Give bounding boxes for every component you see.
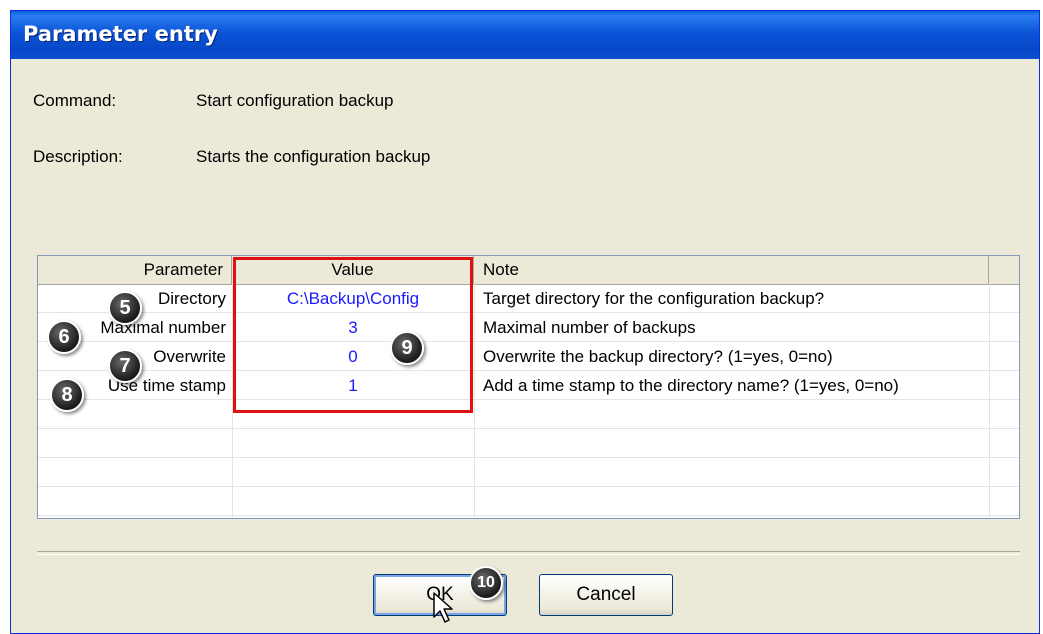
parameter-note: Target directory for the configuration b… (483, 289, 825, 308)
parameter-note: Overwrite the backup directory? (1=yes, … (483, 347, 833, 366)
column-header-value[interactable]: Value (232, 256, 474, 284)
column-header-parameter[interactable]: Parameter (38, 256, 232, 284)
separator (37, 551, 1020, 555)
command-label: Command: (33, 91, 117, 110)
table-row[interactable]: Overwrite 0 Overwrite the backup directo… (38, 342, 1019, 371)
table-row[interactable]: Directory C:\Backup\Config Target direct… (38, 284, 1019, 313)
parameter-value[interactable]: 1 (232, 371, 474, 400)
description-label: Description: (33, 147, 123, 166)
callout-badge: 5 (108, 291, 142, 325)
table-row[interactable]: Maximal number 3 Maximal number of backu… (38, 313, 1019, 342)
callout-badge: 7 (108, 349, 142, 383)
callout-badge: 9 (390, 331, 424, 365)
empty-row[interactable] (38, 429, 1019, 458)
grid-header: Parameter Value Note (38, 256, 1019, 285)
cancel-button[interactable]: Cancel (539, 574, 673, 616)
callout-badge: 8 (50, 378, 84, 412)
empty-row[interactable] (38, 458, 1019, 487)
column-header-note[interactable]: Note (474, 256, 989, 284)
parameter-note: Add a time stamp to the directory name? … (483, 376, 899, 395)
parameter-entry-dialog: Parameter entry Command: Start configura… (10, 10, 1040, 634)
empty-row[interactable] (38, 400, 1019, 429)
table-row[interactable]: Use time stamp 1 Add a time stamp to the… (38, 371, 1019, 400)
callout-badge: 6 (47, 320, 81, 354)
parameter-value[interactable]: 0 (232, 342, 474, 371)
empty-row[interactable] (38, 487, 1019, 516)
dialog-title: Parameter entry (23, 22, 218, 46)
description-value: Starts the configuration backup (196, 147, 431, 166)
callout-badge: 10 (469, 566, 503, 600)
parameter-note: Maximal number of backups (483, 318, 696, 337)
column-header-filler (989, 256, 1019, 284)
title-bar[interactable]: Parameter entry (11, 11, 1039, 59)
parameter-grid: Parameter Value Note Directory C:\Backup… (37, 255, 1020, 519)
command-value: Start configuration backup (196, 91, 394, 110)
parameter-value[interactable]: C:\Backup\Config (232, 284, 474, 313)
parameter-value[interactable]: 3 (232, 313, 474, 342)
mouse-pointer-icon (433, 592, 453, 623)
